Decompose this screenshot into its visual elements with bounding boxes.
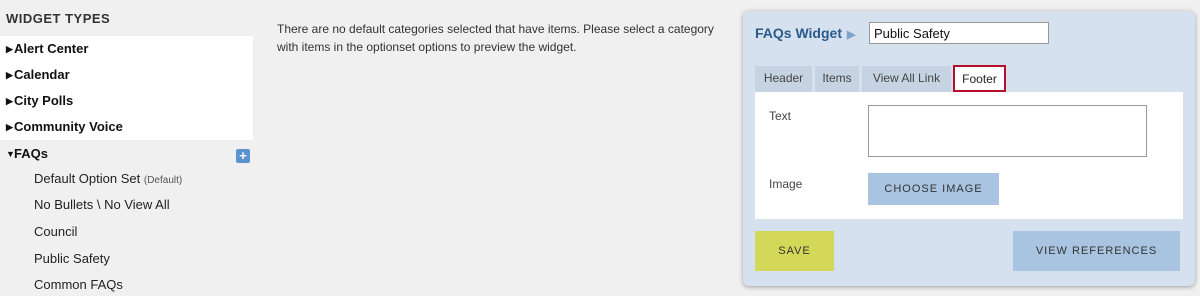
sidebar-item-faqs[interactable]: ▼FAQs: [0, 141, 253, 167]
choose-image-button[interactable]: CHOOSE IMAGE: [868, 173, 999, 205]
sidebar-item-community-voice[interactable]: ▶Community Voice: [0, 114, 253, 140]
breadcrumb-arrow-icon: ▶: [844, 29, 856, 41]
caret-right-icon: ▶: [6, 122, 13, 132]
option-set-name-input[interactable]: [869, 22, 1049, 44]
footer-tab-content: Text Image CHOOSE IMAGE: [755, 92, 1183, 219]
tab-items[interactable]: Items: [815, 66, 859, 92]
option-set-no-bullets[interactable]: No Bullets \ No View All: [34, 197, 170, 212]
text-label: Text: [769, 109, 792, 123]
sidebar-item-calendar[interactable]: ▶Calendar: [0, 62, 253, 88]
add-option-set-icon[interactable]: +: [236, 149, 250, 163]
image-label: Image: [769, 177, 803, 191]
preview-empty-message: There are no default categories selected…: [277, 22, 714, 54]
sidebar-item-label: Alert Center: [14, 41, 89, 56]
widget-types-sidebar: WIDGET TYPES ▶Alert Center ▶Calendar ▶Ci…: [0, 0, 253, 296]
tab-header[interactable]: Header: [755, 66, 812, 92]
breadcrumb: FAQs Widget ▶: [755, 25, 856, 41]
caret-right-icon: ▶: [6, 96, 13, 106]
sidebar-item-label: Community Voice: [14, 119, 123, 134]
caret-down-icon: ▼: [6, 149, 15, 159]
caret-right-icon: ▶: [6, 70, 13, 80]
save-button[interactable]: SAVE: [755, 231, 834, 271]
option-set-label: Default Option Set: [34, 171, 141, 186]
tab-footer[interactable]: Footer: [953, 65, 1006, 92]
sidebar-item-alert-center[interactable]: ▶Alert Center: [0, 36, 253, 62]
footer-text-field[interactable]: [868, 105, 1147, 157]
sidebar-item-label: FAQs: [14, 146, 48, 161]
sidebar-title: WIDGET TYPES: [6, 11, 111, 26]
default-tag: (Default): [143, 175, 183, 186]
caret-right-icon: ▶: [6, 44, 13, 54]
option-set-council[interactable]: Council: [34, 224, 77, 239]
tab-view-all-link[interactable]: View All Link: [862, 66, 951, 92]
widget-options-panel: FAQs Widget ▶ Header Items View All Link…: [743, 11, 1195, 286]
sidebar-item-city-polls[interactable]: ▶City Polls: [0, 88, 253, 114]
view-references-button[interactable]: VIEW REFERENCES: [1013, 231, 1180, 271]
sidebar-item-label: City Polls: [14, 93, 74, 108]
breadcrumb-widget: FAQs Widget: [755, 25, 842, 41]
option-set-public-safety[interactable]: Public Safety: [34, 251, 110, 266]
option-set-default[interactable]: Default Option Set (Default): [34, 171, 182, 186]
option-set-common-faqs[interactable]: Common FAQs: [34, 277, 123, 292]
sidebar-item-label: Calendar: [14, 67, 70, 82]
